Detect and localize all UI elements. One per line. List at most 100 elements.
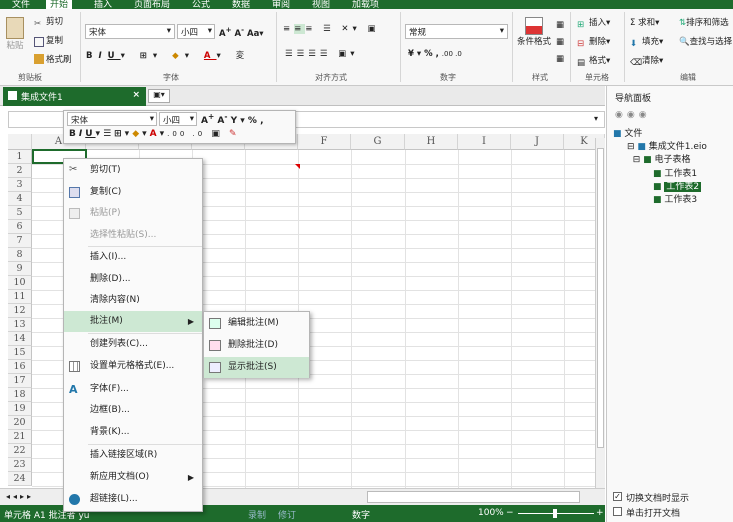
context-menu-item[interactable]: 清除内容(N) [64,290,202,311]
zoom-out-button[interactable]: − [506,508,514,518]
context-menu-item[interactable]: A 字体(F)... [64,379,202,400]
context-menu-item[interactable]: 创建列表(C)... [64,334,202,355]
row-header[interactable]: 14 [8,332,32,346]
switch-show-checkbox[interactable]: ✓ [613,492,622,501]
delete-cells-button[interactable]: ⊟ 删除▾ [577,35,610,49]
font-grow-shrink-buttons[interactable]: A+ A- Aa▾ [219,25,264,39]
find-select-button[interactable]: 🔍查找与选择 [679,35,732,47]
row-header[interactable]: 20 [8,416,32,430]
column-header[interactable]: F [298,134,351,150]
insert-cells-button[interactable]: ⊞ 插入▾ [577,16,610,30]
tree-file[interactable]: ⊟ ■ 集成文件1.eio [627,139,707,152]
row-header[interactable]: 12 [8,304,32,318]
edit-comment-item[interactable]: 编辑批注(M) [204,313,309,334]
context-menu-item-label: 粘贴(P) [90,208,121,218]
number-style-buttons[interactable]: ¥ ▾ % , .00 .0 [408,49,462,59]
zoom-slider-thumb[interactable] [553,509,557,518]
format-painter-button[interactable]: 格式刷 [34,53,72,65]
paste-icon [69,208,80,219]
row-header[interactable]: 22 [8,444,32,458]
context-menu-item[interactable]: 复制(C) [64,182,202,203]
context-menu-item[interactable]: 边框(B)... [64,400,202,421]
tree-root[interactable]: ■ 文件 [613,126,642,139]
fill-button[interactable]: ⬇ 填充▾ [630,35,663,49]
delete-comment-item[interactable]: 删除批注(D) [204,335,309,356]
column-header[interactable]: H [405,134,458,150]
row-header[interactable]: 1 [8,150,32,164]
vertical-scrollbar[interactable] [595,138,605,488]
row-header[interactable]: 18 [8,388,32,402]
zoom-in-button[interactable]: + [596,508,604,518]
row-header[interactable]: 9 [8,262,32,276]
sheet-nav-arrows[interactable]: ◂◂▸▸ [6,492,34,501]
sort-filter-button[interactable]: ⇅排序和筛选 [679,16,729,28]
close-icon[interactable]: × [132,90,140,100]
row-header[interactable]: 8 [8,248,32,262]
column-header[interactable]: I [458,134,511,150]
row-header[interactable]: 4 [8,192,32,206]
row-header[interactable]: 2 [8,164,32,178]
new-document-button[interactable]: ▣▾ [148,89,170,103]
mini-format-buttons-top[interactable]: A+ A- Y ▾ % , [201,112,264,126]
vertical-align-buttons[interactable]: ≡≡≡ ☰ ✕▾ ▣ [283,24,380,34]
clear-button[interactable]: ⌫清除▾ [630,54,663,68]
single-click-checkbox[interactable] [613,507,622,516]
font-style-buttons[interactable]: BIU▾ ⊞▾ ◆▾ A▾ 変 [86,49,250,61]
tree-sheet-3[interactable]: ■ 工作表3 [653,192,697,205]
row-header[interactable]: 24 [8,472,32,486]
row-header[interactable]: 23 [8,458,32,472]
context-menu-item[interactable]: 超链接(L)... [64,489,202,510]
menu-item-home[interactable]: 开始 [46,0,73,10]
font-name-select[interactable]: 宋体 ▾ [85,24,175,39]
cut-button[interactable]: ✂ 剪切 [34,15,63,29]
context-menu-item-label: 超链接(L)... [90,494,138,504]
select-all-corner[interactable] [8,134,32,150]
document-tab[interactable]: 集成文件1 × [3,87,146,106]
mini-font-size-select[interactable]: 小四 ▾ [159,112,197,126]
tree-sheet-2[interactable]: ■ 工作表2 [653,179,702,192]
row-header[interactable]: 21 [8,430,32,444]
column-header[interactable]: J [511,134,564,150]
expand-icon[interactable]: ▾ [594,114,598,123]
mini-format-buttons-bottom[interactable]: BIU▾☰⊞▾◆▾A▾.00 .0 ▣ ✎ [69,129,240,139]
horizontal-align-buttons[interactable]: ☰☰☰☰ ▣▾ [285,49,358,59]
nav-panel-toolbar[interactable]: ◉◉◉ [615,110,651,120]
row-header[interactable]: 17 [8,374,32,388]
context-menu-item[interactable]: 删除(D)... [64,269,202,290]
sum-button[interactable]: Σ 求和▾ [630,16,659,28]
horizontal-scrollbar[interactable] [367,491,580,503]
context-menu-item[interactable]: 插入链接区域(R) [64,445,202,466]
paste-button[interactable]: 粘贴 [4,17,26,51]
row-header[interactable]: 5 [8,206,32,220]
context-menu-item[interactable]: 新应用文档(O) ▶ [64,467,202,488]
context-menu-item[interactable]: 背景(K)... [64,422,202,443]
tree-sheet-1[interactable]: ■ 工作表1 [653,166,697,179]
row-header[interactable]: 7 [8,234,32,248]
conditional-format-button[interactable]: 条件格式 [517,17,551,47]
sum-label: 求和 [638,18,656,28]
show-comment-item[interactable]: 显示批注(S) [204,357,309,378]
row-header[interactable]: 16 [8,360,32,374]
context-menu-item[interactable]: 粘贴(P) [64,203,202,224]
context-menu-item[interactable]: 插入(I)... [64,247,202,268]
context-menu-item[interactable]: 设置单元格格式(E)... [64,356,202,377]
tree-spreadsheet[interactable]: ⊟ ■ 电子表格 [627,152,691,165]
style-small-buttons[interactable]: ▦ ▦ ▦ [556,17,564,68]
context-menu-item[interactable]: 选择性粘贴(S)... [64,225,202,246]
font-size-select[interactable]: 小四 ▾ [177,24,215,39]
mini-font-name-select[interactable]: 宋体 ▾ [67,112,157,126]
context-menu-item[interactable]: ✂ 剪切(T) [64,160,202,181]
row-header[interactable]: 10 [8,276,32,290]
scrollbar-thumb[interactable] [597,148,604,448]
row-header[interactable]: 15 [8,346,32,360]
format-cells-button[interactable]: ▤ 格式▾ [577,54,610,68]
row-header[interactable]: 11 [8,290,32,304]
column-header[interactable]: G [351,134,405,150]
number-format-select[interactable]: 常规 ▾ [405,24,508,39]
row-header[interactable]: 19 [8,402,32,416]
copy-button[interactable]: 复制 [34,34,63,47]
context-menu-item[interactable]: 批注(M) ▶ [64,311,202,332]
row-header[interactable]: 13 [8,318,32,332]
row-header[interactable]: 6 [8,220,32,234]
row-header[interactable]: 3 [8,178,32,192]
